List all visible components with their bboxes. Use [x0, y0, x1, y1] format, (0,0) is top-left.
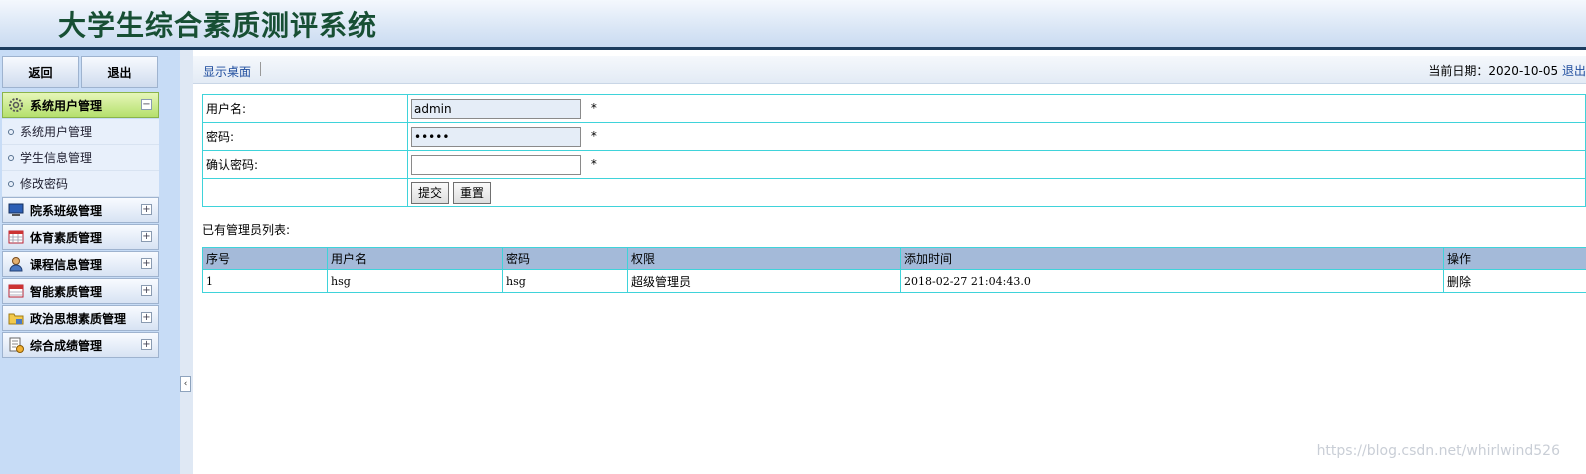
delete-link[interactable]: 删除	[1443, 269, 1586, 293]
table-row: 1 hsg hsg 超级管理员 2018-02-27 21:04:43.0 删除	[202, 269, 1586, 293]
cell-password: hsg	[502, 269, 628, 293]
app-header: 大学生综合素质测评系统	[0, 0, 1586, 48]
bullet-icon	[8, 154, 14, 161]
menu-intelligence-quality[interactable]: 智能素质管理 +	[2, 278, 159, 304]
menu-label: 政治思想素质管理	[30, 311, 127, 326]
collapse-toggle-icon[interactable]: −	[141, 99, 152, 110]
menu-overall-score[interactable]: 综合成绩管理 +	[2, 332, 159, 358]
menu-label: 课程信息管理	[30, 257, 103, 272]
cell-index: 1	[202, 269, 328, 293]
menu-label: 院系班级管理	[30, 203, 103, 218]
calendar-icon	[8, 229, 24, 245]
submenu-item-change-password[interactable]: 修改密码	[2, 171, 159, 197]
report-icon	[8, 337, 24, 353]
sidebar-splitter	[180, 50, 193, 474]
sidebar-menu: 系统用户管理 − 系统用户管理 学生信息管理 修改密码 院系班级管理 + 体育素…	[2, 92, 159, 359]
submenu-item-student-info[interactable]: 学生信息管理	[2, 145, 159, 171]
password-label: 密码:	[202, 122, 408, 151]
password-cell: *	[407, 122, 1586, 151]
column-header: 用户名	[327, 247, 503, 270]
required-mark: *	[590, 101, 597, 115]
cell-role: 超级管理员	[627, 269, 901, 293]
collapse-sidebar-icon[interactable]: ‹	[180, 376, 191, 392]
expand-toggle-icon[interactable]: +	[141, 312, 152, 323]
menu-sports-quality[interactable]: 体育素质管理 +	[2, 224, 159, 250]
exit-button[interactable]: 退出	[81, 56, 158, 88]
show-desktop-link[interactable]: 显示桌面	[203, 63, 251, 80]
menu-system-users[interactable]: 系统用户管理 −	[2, 92, 159, 118]
required-mark: *	[590, 157, 597, 171]
submenu-item-label: 系统用户管理	[20, 125, 93, 139]
expand-toggle-icon[interactable]: +	[141, 339, 152, 350]
admin-table: 序号 用户名 密码 权限 添加时间 操作 1 hsg hsg 超级管理员 201…	[202, 247, 1586, 293]
watermark: https://blog.csdn.net/whirlwind526	[1316, 443, 1560, 459]
expand-toggle-icon[interactable]: +	[141, 258, 152, 269]
header-divider	[0, 47, 1586, 50]
toolbar-separator	[260, 62, 261, 76]
column-header: 权限	[627, 247, 901, 270]
submenu-system-users: 系统用户管理 学生信息管理 修改密码	[2, 119, 159, 197]
menu-department-class[interactable]: 院系班级管理 +	[2, 197, 159, 223]
sidebar-button-row: 返回 退出	[2, 56, 158, 88]
current-date: 当前日期：2020-10-05	[1428, 64, 1559, 78]
cell-username: hsg	[327, 269, 503, 293]
menu-label: 综合成绩管理	[30, 338, 103, 353]
expand-toggle-icon[interactable]: +	[141, 285, 152, 296]
confirm-password-input[interactable]	[411, 154, 581, 175]
menu-label: 系统用户管理	[30, 98, 103, 113]
user-icon	[8, 256, 24, 272]
table-header-row: 序号 用户名 密码 权限 添加时间 操作	[202, 247, 1586, 270]
folder-icon	[8, 310, 24, 326]
toolbar: 显示桌面 当前日期：2020-10-05 退出	[193, 56, 1586, 84]
menu-political-quality[interactable]: 政治思想素质管理 +	[2, 305, 159, 331]
app-title: 大学生综合素质测评系统	[58, 9, 378, 42]
reset-button[interactable]: 重置	[453, 181, 492, 204]
expand-toggle-icon[interactable]: +	[141, 231, 152, 242]
monitor-icon	[8, 202, 24, 218]
logout-link[interactable]: 退出	[1562, 64, 1586, 78]
submenu-item-label: 学生信息管理	[20, 151, 93, 165]
username-label: 用户名:	[202, 94, 408, 123]
cell-added-time: 2018-02-27 21:04:43.0	[900, 269, 1444, 293]
admin-list-title: 已有管理员列表:	[202, 223, 291, 237]
submenu-item-system-users[interactable]: 系统用户管理	[2, 119, 159, 145]
column-header: 操作	[1443, 247, 1586, 270]
admin-form: 用户名: * 密码: * 确认密码: * 提交重置	[202, 94, 1586, 207]
bullet-icon	[8, 128, 14, 135]
date-area: 当前日期：2020-10-05 退出	[1428, 62, 1586, 79]
gear-icon	[8, 97, 24, 113]
username-cell: *	[407, 94, 1586, 123]
button-cell: 提交 重置	[407, 178, 1586, 207]
back-button[interactable]: 返回	[2, 56, 79, 88]
sidebar: 返回 退出 系统用户管理 − 系统用户管理 学生信息管理 修改密码 院系班级管理…	[0, 50, 180, 474]
username-input[interactable]	[411, 98, 581, 119]
password-input[interactable]	[411, 126, 581, 147]
expand-toggle-icon[interactable]: +	[141, 204, 152, 215]
menu-course-info[interactable]: 课程信息管理 +	[2, 251, 159, 277]
menu-label: 智能素质管理	[30, 284, 103, 299]
calendar-icon	[8, 283, 24, 299]
column-header: 密码	[502, 247, 628, 270]
confirm-cell: *	[407, 150, 1586, 179]
submit-button[interactable]: 提交	[411, 181, 450, 204]
menu-label: 体育素质管理	[30, 230, 103, 245]
required-mark: *	[590, 129, 597, 143]
confirm-password-label: 确认密码:	[202, 150, 408, 179]
column-header: 添加时间	[900, 247, 1444, 270]
column-header: 序号	[202, 247, 328, 270]
bullet-icon	[8, 180, 14, 187]
empty-cell	[202, 178, 408, 207]
submenu-item-label: 修改密码	[20, 177, 69, 191]
